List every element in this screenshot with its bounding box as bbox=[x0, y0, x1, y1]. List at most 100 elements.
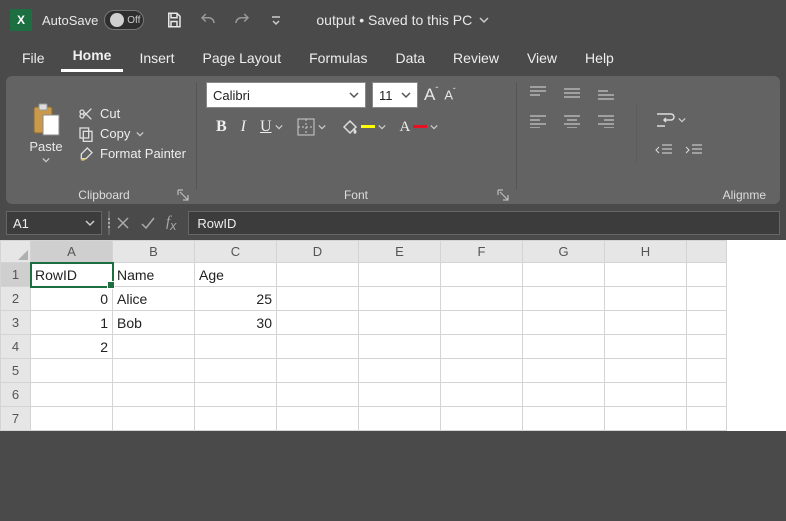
tab-home[interactable]: Home bbox=[61, 41, 124, 72]
cell-F4[interactable] bbox=[441, 335, 523, 359]
column-header-B[interactable]: B bbox=[113, 241, 195, 263]
increase-indent-button[interactable] bbox=[685, 143, 703, 157]
cell-E4[interactable] bbox=[359, 335, 441, 359]
cell-H5[interactable] bbox=[605, 359, 687, 383]
tab-formulas[interactable]: Formulas bbox=[297, 44, 379, 72]
cell-B3[interactable]: Bob bbox=[113, 311, 195, 335]
font-name-combo[interactable]: Calibri bbox=[206, 82, 366, 108]
column-header-F[interactable]: F bbox=[441, 241, 523, 263]
qat-customize-button[interactable] bbox=[266, 10, 286, 30]
cell-C7[interactable] bbox=[195, 407, 277, 431]
cell-G6[interactable] bbox=[523, 383, 605, 407]
cell-F3[interactable] bbox=[441, 311, 523, 335]
tab-view[interactable]: View bbox=[515, 44, 569, 72]
tab-page-layout[interactable]: Page Layout bbox=[190, 44, 293, 72]
cell-E2[interactable] bbox=[359, 287, 441, 311]
undo-button[interactable] bbox=[198, 10, 218, 30]
cell-G5[interactable] bbox=[523, 359, 605, 383]
cell-D2[interactable] bbox=[277, 287, 359, 311]
cell-D6[interactable] bbox=[277, 383, 359, 407]
cell-A2[interactable]: 0 bbox=[31, 287, 113, 311]
cell-C4[interactable] bbox=[195, 335, 277, 359]
align-left-button[interactable] bbox=[529, 114, 547, 128]
cell-B2[interactable]: Alice bbox=[113, 287, 195, 311]
decrease-indent-button[interactable] bbox=[655, 143, 673, 157]
autosave-toggle[interactable]: Off bbox=[104, 10, 144, 30]
cell-B1[interactable]: Name bbox=[113, 263, 195, 287]
cell-D3[interactable] bbox=[277, 311, 359, 335]
align-top-button[interactable] bbox=[529, 86, 547, 100]
cell-F1[interactable] bbox=[441, 263, 523, 287]
underline-button[interactable]: U bbox=[260, 118, 283, 136]
insert-function-button[interactable]: fx bbox=[166, 214, 176, 233]
tab-help[interactable]: Help bbox=[573, 44, 626, 72]
tab-insert[interactable]: Insert bbox=[127, 44, 186, 72]
dialog-launcher-icon[interactable] bbox=[176, 188, 190, 202]
column-header-E[interactable]: E bbox=[359, 241, 441, 263]
cell-A3[interactable]: 1 bbox=[31, 311, 113, 335]
tab-file[interactable]: File bbox=[10, 44, 57, 72]
cell-D1[interactable] bbox=[277, 263, 359, 287]
copy-button[interactable]: Copy bbox=[78, 126, 186, 142]
grid-table[interactable]: ABCDEFGH1RowIDNameAge20Alice2531Bob30425… bbox=[0, 240, 727, 431]
cell-E6[interactable] bbox=[359, 383, 441, 407]
cell-B7[interactable] bbox=[113, 407, 195, 431]
cell-G1[interactable] bbox=[523, 263, 605, 287]
cell-C6[interactable] bbox=[195, 383, 277, 407]
cell-B5[interactable] bbox=[113, 359, 195, 383]
increase-font-button[interactable]: Aˆ bbox=[424, 85, 438, 105]
row-header-2[interactable]: 2 bbox=[1, 287, 31, 311]
cell-H6[interactable] bbox=[605, 383, 687, 407]
column-header-G[interactable]: G bbox=[523, 241, 605, 263]
row-header-1[interactable]: 1 bbox=[1, 263, 31, 287]
cell-F2[interactable] bbox=[441, 287, 523, 311]
redo-button[interactable] bbox=[232, 10, 252, 30]
select-all-corner[interactable] bbox=[1, 241, 31, 263]
cell-C1[interactable]: Age bbox=[195, 263, 277, 287]
cell-G7[interactable] bbox=[523, 407, 605, 431]
cell-E3[interactable] bbox=[359, 311, 441, 335]
tab-data[interactable]: Data bbox=[383, 44, 437, 72]
bold-button[interactable]: B bbox=[216, 118, 227, 136]
cell-D4[interactable] bbox=[277, 335, 359, 359]
cut-button[interactable]: Cut bbox=[78, 106, 186, 122]
decrease-font-button[interactable]: Aˇ bbox=[444, 87, 455, 102]
row-header-5[interactable]: 5 bbox=[1, 359, 31, 383]
cell-G4[interactable] bbox=[523, 335, 605, 359]
italic-button[interactable]: I bbox=[241, 118, 246, 136]
cell-G3[interactable] bbox=[523, 311, 605, 335]
cell-A6[interactable] bbox=[31, 383, 113, 407]
save-button[interactable] bbox=[164, 10, 184, 30]
cell-C5[interactable] bbox=[195, 359, 277, 383]
column-header-D[interactable]: D bbox=[277, 241, 359, 263]
column-header-C[interactable]: C bbox=[195, 241, 277, 263]
enter-formula-button[interactable] bbox=[140, 216, 156, 230]
font-color-button[interactable]: A bbox=[400, 119, 439, 136]
cell-E7[interactable] bbox=[359, 407, 441, 431]
fill-color-button[interactable] bbox=[340, 118, 386, 136]
row-header-4[interactable]: 4 bbox=[1, 335, 31, 359]
align-middle-button[interactable] bbox=[563, 86, 581, 100]
cell-D7[interactable] bbox=[277, 407, 359, 431]
font-size-combo[interactable]: 11 bbox=[372, 82, 418, 108]
cell-F7[interactable] bbox=[441, 407, 523, 431]
cell-A7[interactable] bbox=[31, 407, 113, 431]
row-header-7[interactable]: 7 bbox=[1, 407, 31, 431]
cell-H4[interactable] bbox=[605, 335, 687, 359]
cell-G2[interactable] bbox=[523, 287, 605, 311]
cell-H1[interactable] bbox=[605, 263, 687, 287]
align-bottom-button[interactable] bbox=[597, 86, 615, 100]
cell-E5[interactable] bbox=[359, 359, 441, 383]
row-header-6[interactable]: 6 bbox=[1, 383, 31, 407]
row-header-3[interactable]: 3 bbox=[1, 311, 31, 335]
cell-C3[interactable]: 30 bbox=[195, 311, 277, 335]
cell-D5[interactable] bbox=[277, 359, 359, 383]
cell-F6[interactable] bbox=[441, 383, 523, 407]
name-box[interactable]: A1 bbox=[6, 211, 102, 235]
align-center-button[interactable] bbox=[563, 114, 581, 128]
cell-B4[interactable] bbox=[113, 335, 195, 359]
autosave-control[interactable]: AutoSave Off bbox=[42, 10, 144, 30]
cell-A4[interactable]: 2 bbox=[31, 335, 113, 359]
formula-input[interactable]: RowID bbox=[188, 211, 780, 235]
align-right-button[interactable] bbox=[597, 114, 615, 128]
